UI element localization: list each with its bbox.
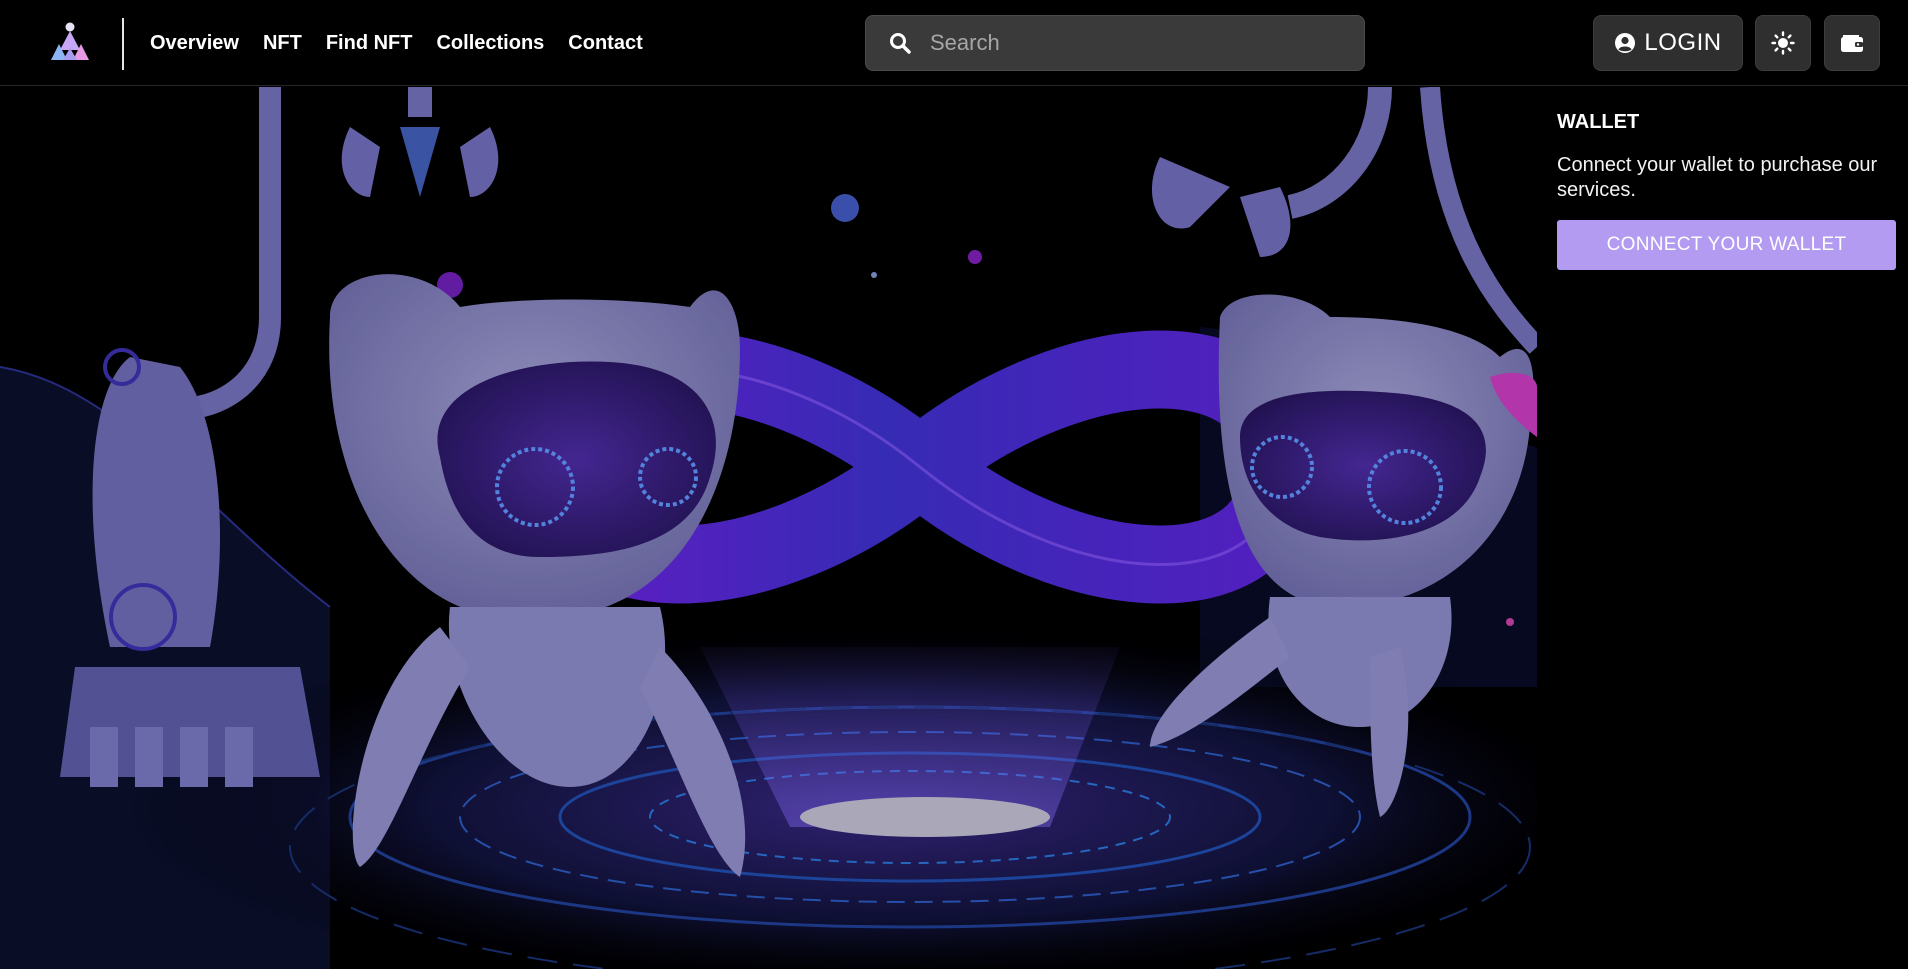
hero-banner <box>0 87 1537 969</box>
nav-nft[interactable]: NFT <box>263 32 302 55</box>
triangle-logo-icon[interactable] <box>48 22 94 62</box>
login-label: LOGIN <box>1644 29 1722 56</box>
connect-wallet-button[interactable]: CONNECT YOUR WALLET <box>1557 220 1896 270</box>
search-input[interactable] <box>928 15 1364 71</box>
search-icon <box>890 33 911 54</box>
nft-robots-infinity-illustration <box>0 87 1537 969</box>
search-bar[interactable] <box>865 15 1365 71</box>
wallet-title: WALLET <box>1557 111 1640 133</box>
nav-divider <box>122 18 124 70</box>
wallet-icon <box>1841 35 1863 52</box>
nav-contact[interactable]: Contact <box>568 32 642 55</box>
wallet-button[interactable] <box>1824 15 1880 71</box>
theme-toggle-button[interactable] <box>1755 15 1811 71</box>
nav-collections[interactable]: Collections <box>436 32 544 55</box>
main-nav: Overview NFT Find NFT Collections Contac… <box>150 0 643 86</box>
nav-find-nft[interactable]: Find NFT <box>326 32 413 55</box>
user-circle-icon <box>1615 33 1636 53</box>
wallet-panel: WALLET Connect your wallet to purchase o… <box>1537 87 1908 969</box>
login-button[interactable]: LOGIN <box>1593 15 1743 71</box>
nav-overview[interactable]: Overview <box>150 32 239 55</box>
top-navbar: Overview NFT Find NFT Collections Contac… <box>0 0 1908 86</box>
wallet-description: Connect your wallet to purchase our serv… <box>1557 154 1878 201</box>
sun-icon <box>1771 31 1795 55</box>
